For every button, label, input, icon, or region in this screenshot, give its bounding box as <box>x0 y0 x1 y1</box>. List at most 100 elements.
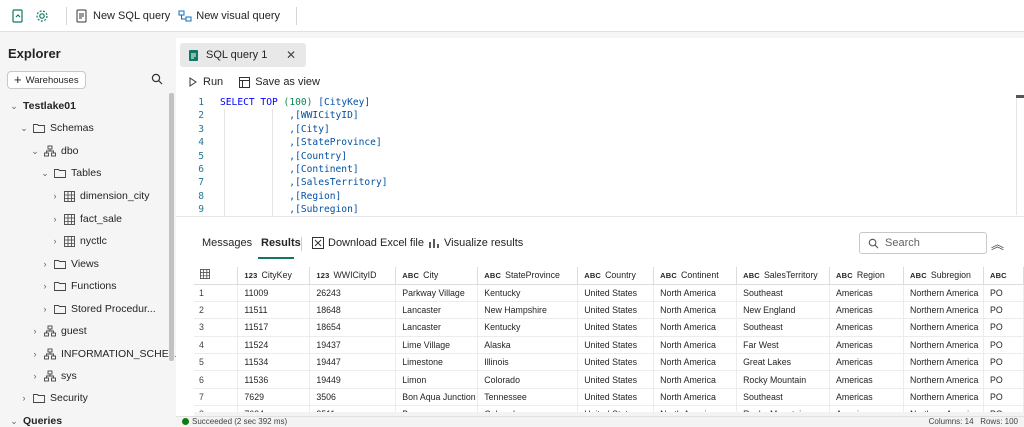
table-cell[interactable]: 18654 <box>309 318 397 337</box>
tree-item-security[interactable]: › Security <box>20 392 88 404</box>
tree-item-dimension-city[interactable]: › dimension_city <box>51 190 150 202</box>
table-cell[interactable]: PO <box>983 301 1024 320</box>
new-visual-query-button[interactable]: New visual query <box>178 9 280 23</box>
table-cell[interactable]: Alaska <box>477 336 579 355</box>
table-cell[interactable]: PO <box>983 370 1024 389</box>
column-header[interactable]: ABC Country <box>577 267 655 285</box>
table-cell[interactable]: 11517 <box>237 318 311 337</box>
table-cell[interactable]: 26243 <box>309 284 397 302</box>
table-cell[interactable]: Limestone <box>395 353 479 372</box>
table-cell[interactable]: Southeast <box>736 388 831 407</box>
table-cell[interactable]: Americas <box>829 336 904 355</box>
row-number[interactable]: 4 <box>194 336 239 355</box>
save-as-view-button[interactable]: Save as view <box>239 76 320 88</box>
column-header[interactable]: ABC Region <box>829 267 904 285</box>
table-cell[interactable]: Kentucky <box>477 284 579 302</box>
table-row[interactable]: 4 11524 19437 Lime Village Alaska United Stat… <box>194 336 1024 355</box>
tab-results[interactable]: Results <box>261 237 301 249</box>
table-cell[interactable]: Northern America <box>903 370 984 389</box>
table-cell[interactable]: Rocky Mountain <box>736 370 831 389</box>
tree-item-fact-sale[interactable]: › fact_sale <box>51 213 123 225</box>
table-cell[interactable]: Northern America <box>903 301 984 320</box>
table-cell[interactable]: 11511 <box>237 301 311 320</box>
table-row[interactable]: 6 11536 19449 Limon Colorado United States Nor… <box>194 370 1024 389</box>
table-cell[interactable]: United States <box>577 284 655 302</box>
tree-item-guest[interactable]: › guest <box>31 325 87 337</box>
table-cell[interactable]: North America <box>653 318 738 337</box>
table-cell[interactable]: Great Lakes <box>736 353 831 372</box>
table-row[interactable]: 7 7629 3506 Bon Aqua Junction Tennessee Unite… <box>194 388 1024 407</box>
settings-icon[interactable] <box>34 8 50 24</box>
table-cell[interactable]: Americas <box>829 301 904 320</box>
table-cell[interactable]: 11534 <box>237 353 311 372</box>
table-cell[interactable]: 19449 <box>309 370 397 389</box>
add-warehouses-button[interactable]: + Warehouses <box>7 71 86 89</box>
table-cell[interactable]: Far West <box>736 336 831 355</box>
column-header[interactable]: ABC Continent <box>653 267 738 285</box>
select-all-header[interactable] <box>194 267 239 285</box>
tab-messages[interactable]: Messages <box>202 237 252 249</box>
table-cell[interactable]: 11524 <box>237 336 311 355</box>
table-cell[interactable]: Southeast <box>736 284 831 302</box>
table-cell[interactable]: Bon Aqua Junction <box>395 388 479 407</box>
column-header[interactable]: ABC Subregion <box>903 267 984 285</box>
table-cell[interactable]: Southeast <box>736 318 831 337</box>
tree-item-functions[interactable]: › Functions <box>41 280 117 292</box>
editor-scrollbar[interactable] <box>1016 95 1024 215</box>
results-search-input[interactable]: Search <box>859 232 987 254</box>
row-number[interactable]: 7 <box>194 388 239 407</box>
tab-sql-query-1[interactable]: SQL query 1 ✕ <box>180 43 306 67</box>
collapse-results-icon[interactable]: ︽ <box>991 234 1004 253</box>
table-cell[interactable]: 7629 <box>237 388 311 407</box>
table-cell[interactable]: Lime Village <box>395 336 479 355</box>
table-cell[interactable]: United States <box>577 318 655 337</box>
table-cell[interactable]: Tennessee <box>477 388 579 407</box>
table-row[interactable]: 3 11517 18654 Lancaster Kentucky United State… <box>194 318 1024 337</box>
table-cell[interactable]: North America <box>653 353 738 372</box>
table-cell[interactable]: Northern America <box>903 388 984 407</box>
column-header[interactable]: ABC StateProvince <box>477 267 579 285</box>
table-cell[interactable]: Northern America <box>903 336 984 355</box>
refresh-icon[interactable] <box>10 8 26 24</box>
table-cell[interactable]: Americas <box>829 388 904 407</box>
table-cell[interactable]: 3506 <box>309 388 397 407</box>
table-cell[interactable]: Limon <box>395 370 479 389</box>
tree-item-testlake01[interactable]: ⌄ Testlake01 <box>10 100 76 112</box>
row-number[interactable]: 6 <box>194 370 239 389</box>
tree-item-stored-procedures[interactable]: › Stored Procedur... <box>41 303 156 315</box>
table-row[interactable]: 5 11534 19447 Limestone Illinois United State… <box>194 353 1024 372</box>
row-number[interactable]: 2 <box>194 301 239 320</box>
table-cell[interactable]: PO <box>983 336 1024 355</box>
table-cell[interactable]: United States <box>577 388 655 407</box>
table-cell[interactable]: Parkway Village <box>395 284 479 302</box>
tree-item-nyctlc[interactable]: › nyctlc <box>51 235 107 247</box>
column-header[interactable]: ABC City <box>395 267 479 285</box>
table-cell[interactable]: PO <box>983 388 1024 407</box>
row-number[interactable]: 3 <box>194 318 239 337</box>
table-cell[interactable]: United States <box>577 336 655 355</box>
table-cell[interactable]: United States <box>577 301 655 320</box>
tree-item-views[interactable]: › Views <box>41 258 99 270</box>
sql-code-editor[interactable]: 1 SELECT TOP (100) [CityKey] 2 ,[WWICity… <box>176 95 1024 219</box>
table-cell[interactable]: North America <box>653 370 738 389</box>
table-row[interactable]: 1 11009 26243 Parkway Village Kentucky United… <box>194 284 1024 302</box>
tree-item-dbo[interactable]: ⌄ dbo <box>31 145 78 157</box>
table-cell[interactable]: 19447 <box>309 353 397 372</box>
table-cell[interactable]: PO <box>983 353 1024 372</box>
table-cell[interactable]: Americas <box>829 353 904 372</box>
table-cell[interactable]: Northern America <box>903 284 984 302</box>
table-row[interactable]: 2 11511 18648 Lancaster New Hampshire United … <box>194 301 1024 320</box>
table-cell[interactable]: United States <box>577 370 655 389</box>
download-excel-button[interactable]: Download Excel file <box>312 237 424 249</box>
table-cell[interactable]: New Hampshire <box>477 301 579 320</box>
table-cell[interactable]: Americas <box>829 284 904 302</box>
table-cell[interactable]: Lancaster <box>395 301 479 320</box>
table-cell[interactable]: North America <box>653 301 738 320</box>
tree-item-schemas[interactable]: ⌄ Schemas <box>20 122 94 134</box>
run-button[interactable]: Run <box>188 76 223 88</box>
close-icon[interactable]: ✕ <box>286 48 296 62</box>
editor-scrollbar-thumb[interactable] <box>1016 95 1024 98</box>
table-cell[interactable]: 19437 <box>309 336 397 355</box>
column-header[interactable]: ABC <box>983 267 1024 285</box>
column-header[interactable]: 123 CityKey <box>237 267 311 285</box>
